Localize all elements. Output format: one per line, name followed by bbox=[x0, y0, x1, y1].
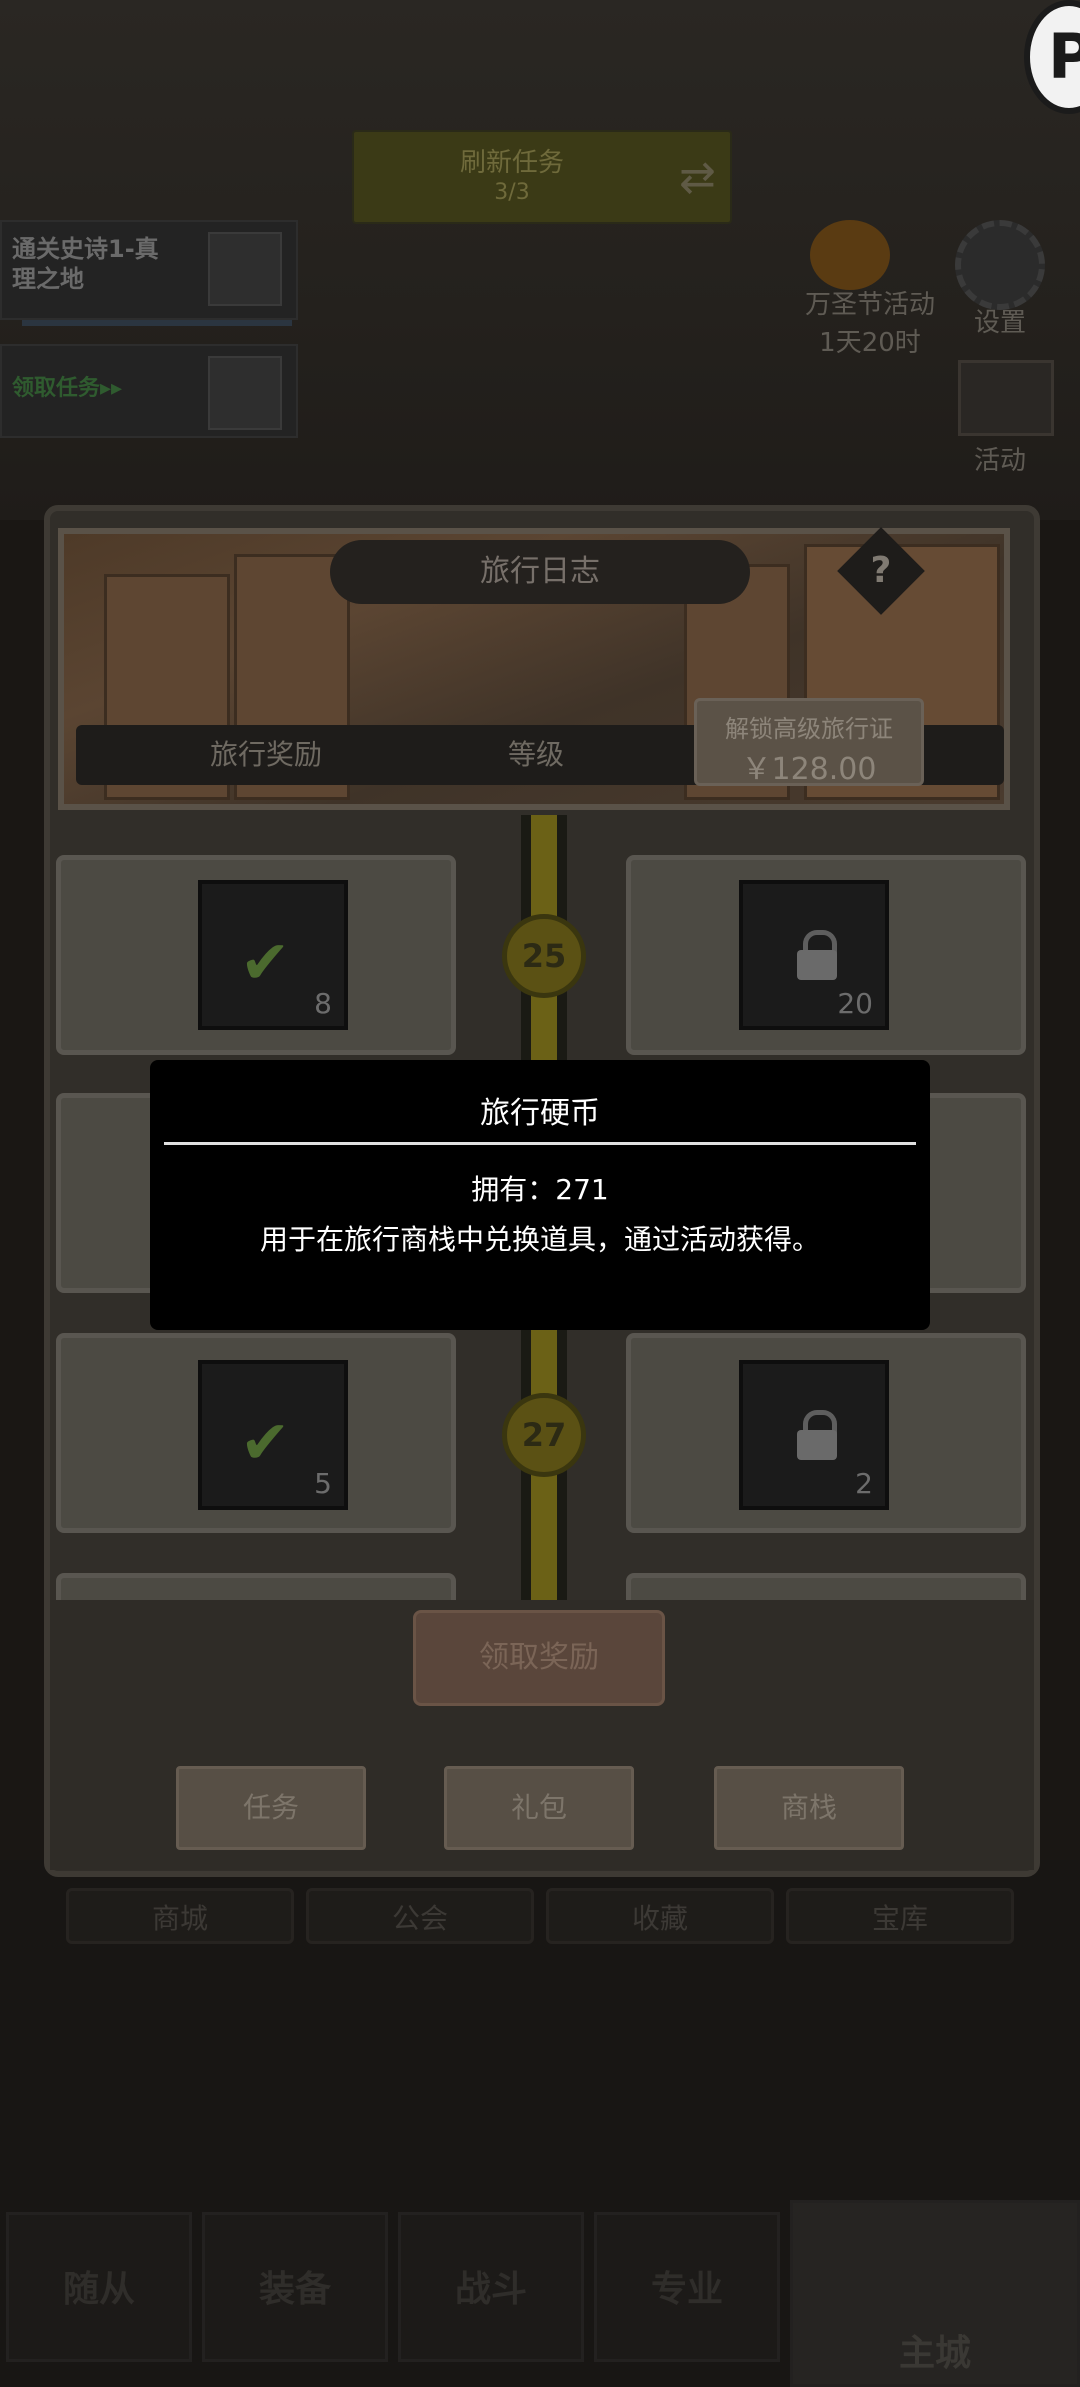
free-reward-item-25[interactable]: ✔ 8 bbox=[198, 880, 348, 1030]
quest-card-secondary-thumb bbox=[208, 356, 282, 430]
quest-card-main-text: 通关史诗1-真理之地 bbox=[12, 235, 159, 293]
claim-rewards-button[interactable]: 领取奖励 bbox=[413, 1610, 665, 1706]
quest-card-secondary[interactable]: 领取任务▸▸ bbox=[0, 344, 298, 438]
nav-battle[interactable]: 战斗 bbox=[398, 2212, 584, 2362]
nav-main-city[interactable]: 主城 bbox=[790, 2200, 1080, 2387]
gift-pack-button[interactable]: 礼包 bbox=[444, 1766, 634, 1850]
quest-card-secondary-text: 领取任务▸▸ bbox=[12, 376, 123, 401]
quest-card-main-thumb bbox=[208, 232, 282, 306]
item-count: 20 bbox=[837, 987, 873, 1020]
settings-gear-icon[interactable] bbox=[955, 220, 1045, 310]
item-count: 5 bbox=[314, 1467, 332, 1500]
reward-column-label: 旅行奖励 bbox=[210, 738, 323, 771]
free-reward-card-27[interactable]: ✔ 5 bbox=[56, 1333, 456, 1533]
claimed-check-icon: ✔ bbox=[240, 928, 291, 998]
level-badge-27: 27 bbox=[502, 1393, 586, 1477]
item-tooltip[interactable]: 旅行硬币 拥有：271 用于在旅行商栈中兑换道具，通过活动获得。 bbox=[150, 1060, 930, 1330]
item-count: 2 bbox=[855, 1467, 873, 1500]
level-badge-25: 25 bbox=[502, 914, 586, 998]
shop-button[interactable]: 商栈 bbox=[714, 1766, 904, 1850]
help-icon[interactable]: ? bbox=[850, 540, 912, 602]
claimed-check-icon: ✔ bbox=[240, 1408, 291, 1478]
unlock-premium-pass-button[interactable]: 解锁高级旅行证 ￥128.00 bbox=[694, 698, 924, 787]
activity-label: 活动 bbox=[973, 446, 1026, 476]
tooltip-owned-count: 拥有：271 bbox=[471, 1173, 609, 1206]
nav-equipment[interactable]: 装备 bbox=[202, 2212, 388, 2362]
quest-progress-bar bbox=[22, 320, 292, 326]
event-timer: 1天20时 bbox=[819, 328, 921, 358]
tooltip-description: 用于在旅行商栈中兑换道具，通过活动获得。 bbox=[259, 1223, 820, 1256]
nav-followers[interactable]: 随从 bbox=[6, 2212, 192, 2362]
tab-vault[interactable]: 宝库 bbox=[786, 1888, 1014, 1944]
level-column-label: 等级 bbox=[508, 738, 565, 771]
tab-shop[interactable]: 商城 bbox=[66, 1888, 294, 1944]
free-reward-card-25[interactable]: ✔ 8 bbox=[56, 855, 456, 1055]
quest-banner-count: 3/3 bbox=[494, 180, 530, 205]
free-reward-item-27[interactable]: ✔ 5 bbox=[198, 1360, 348, 1510]
premium-reward-item-25[interactable]: 20 bbox=[739, 880, 889, 1030]
quest-card-main[interactable]: 通关史诗1-真理之地 bbox=[0, 220, 298, 326]
swap-icon: ⇄ bbox=[679, 152, 716, 203]
premium-reward-card-25[interactable]: 20 bbox=[626, 855, 1026, 1055]
pumpkin-event-icon[interactable] bbox=[810, 220, 890, 290]
unlock-button-price: ￥128.00 bbox=[741, 752, 877, 787]
event-label: 万圣节活动 bbox=[804, 290, 935, 320]
nav-profession[interactable]: 专业 bbox=[594, 2212, 780, 2362]
free-reward-card-28[interactable] bbox=[56, 1573, 456, 1600]
premium-reward-item-27[interactable]: 2 bbox=[739, 1360, 889, 1510]
tooltip-title: 旅行硬币 bbox=[480, 1096, 600, 1131]
premium-reward-card-27[interactable]: 2 bbox=[626, 1333, 1026, 1533]
item-count: 8 bbox=[314, 987, 332, 1020]
lock-icon bbox=[793, 1410, 841, 1460]
activity-icon[interactable] bbox=[958, 360, 1054, 436]
lock-icon bbox=[793, 930, 841, 980]
unlock-button-label: 解锁高级旅行证 bbox=[725, 715, 893, 743]
settings-label: 设置 bbox=[973, 308, 1026, 338]
nav-main-city-label: 主城 bbox=[898, 2333, 971, 2374]
tasks-button[interactable]: 任务 bbox=[176, 1766, 366, 1850]
tab-guild[interactable]: 公会 bbox=[306, 1888, 534, 1944]
tab-collection[interactable]: 收藏 bbox=[546, 1888, 774, 1944]
refresh-quest-banner[interactable]: 刷新任务 3/3 ⇄ bbox=[352, 130, 732, 224]
quest-banner-title: 刷新任务 bbox=[459, 148, 564, 178]
panel-title: 旅行日志 bbox=[330, 540, 750, 604]
premium-reward-card-28[interactable] bbox=[626, 1573, 1026, 1600]
tooltip-divider bbox=[164, 1142, 916, 1145]
